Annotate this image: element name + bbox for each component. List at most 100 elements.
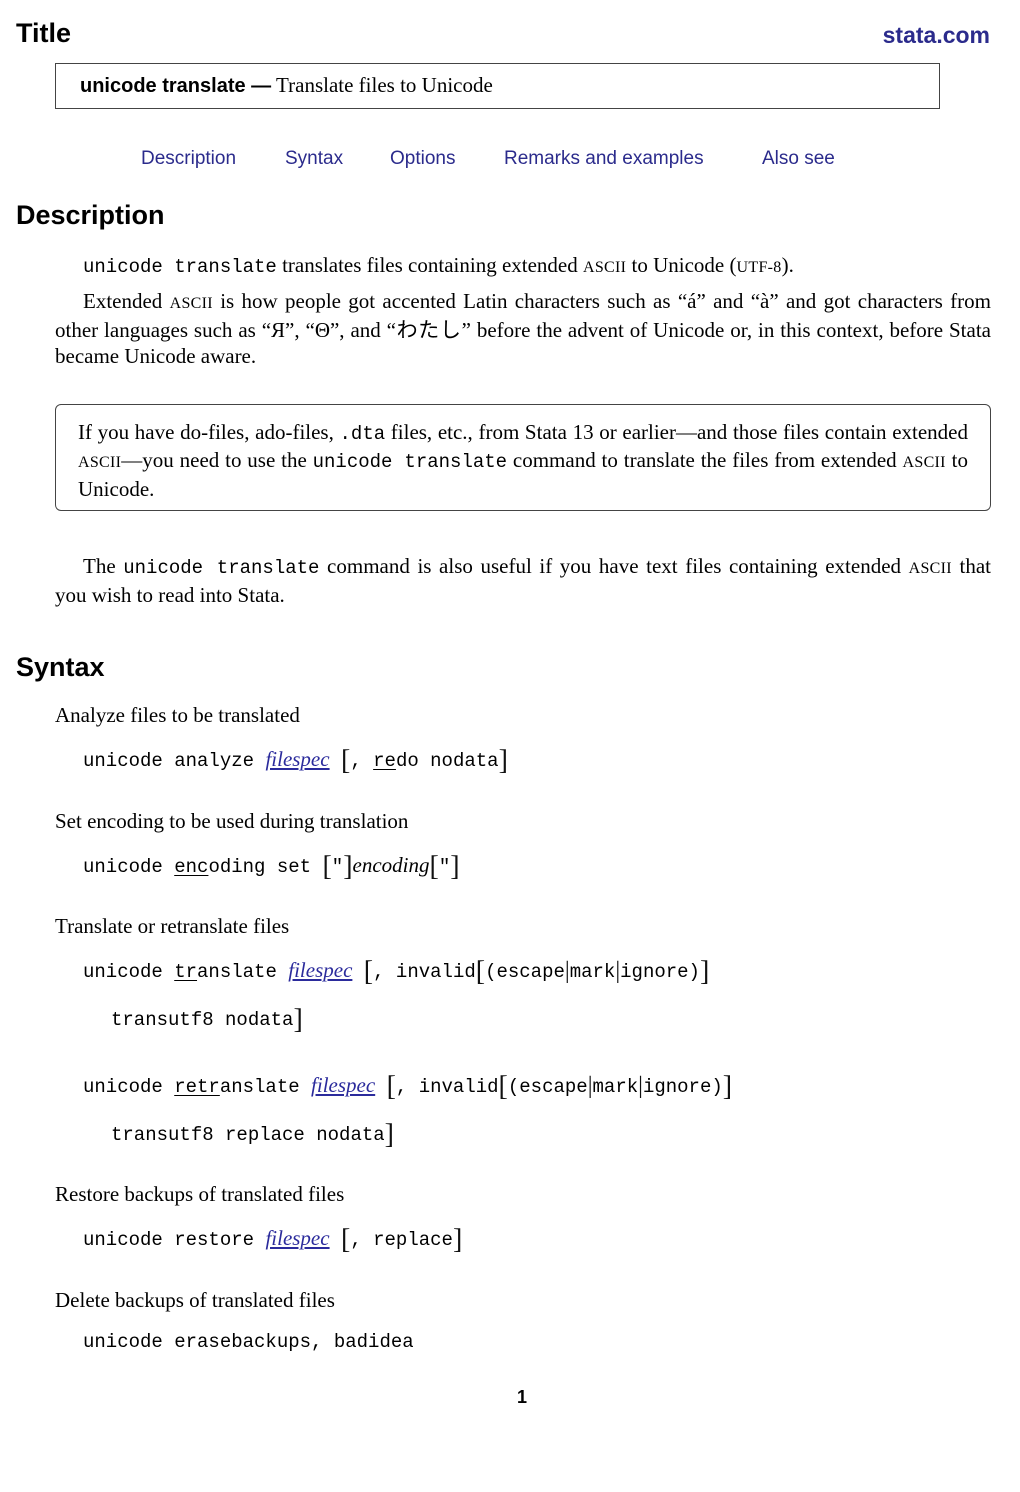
option-text: transutf8 replace nodata xyxy=(111,1124,385,1146)
close-bracket: ] xyxy=(452,1224,463,1255)
syntax-encoding: unicode encoding set ["]encoding["] xyxy=(83,851,460,883)
syntax-label-translate: Translate or retranslate files xyxy=(55,914,290,938)
syntax-translate-line2: transutf8 nodata] xyxy=(111,1004,303,1036)
option-text: , replace xyxy=(350,1229,453,1251)
command: anslate xyxy=(197,961,289,983)
text: If you have do-files, ado-files, xyxy=(78,420,340,444)
syntax-label-encoding: Set encoding to be used during translati… xyxy=(55,809,409,833)
nav-link-description[interactable]: Description xyxy=(141,148,236,170)
command-abbrev: retr xyxy=(174,1076,220,1098)
nav-link-also-see[interactable]: Also see xyxy=(762,148,835,170)
page-title: Title xyxy=(16,18,72,48)
option-escape: (escape xyxy=(485,961,565,983)
command: unicode analyze xyxy=(83,750,266,772)
option-mark: mark xyxy=(592,1076,639,1098)
command: unicode xyxy=(83,961,175,983)
encoding-arg: encoding xyxy=(352,853,430,877)
open-bracket: [ xyxy=(386,1071,396,1102)
option-escape: (escape xyxy=(507,1076,588,1098)
syntax-erase: unicode erasebackups, badidea xyxy=(83,1331,414,1353)
quote: " xyxy=(438,856,451,878)
title-dash: — xyxy=(245,75,272,97)
syntax-retranslate: unicode retranslate filespec [, invalid[… xyxy=(83,1071,732,1103)
command: oding set xyxy=(208,856,323,878)
open-bracket: [ xyxy=(498,1071,508,1102)
title-box-content: unicode translate — Translate files to U… xyxy=(80,73,493,98)
command-abbrev: enc xyxy=(174,856,209,878)
close-bracket: ] xyxy=(343,851,353,882)
close-bracket: ] xyxy=(293,1004,303,1035)
command: unicode xyxy=(83,1076,175,1098)
syntax-analyze: unicode analyze filespec [, redo nodata] xyxy=(83,745,508,777)
syntax-restore: unicode restore filespec [, replace] xyxy=(83,1224,462,1256)
description-paragraph-2: Extended ASCII is how people got accente… xyxy=(55,288,991,369)
page-number: 1 xyxy=(516,1387,527,1407)
command: unicode restore xyxy=(83,1229,266,1251)
option-text: , invalid xyxy=(373,961,476,983)
syntax-translate: unicode translate filespec [, invalid[(e… xyxy=(83,956,709,988)
close-bracket: ] xyxy=(722,1071,733,1102)
utf8-smallcaps: UTF-8 xyxy=(736,259,782,276)
close-bracket: ] xyxy=(699,956,710,987)
ascii-smallcaps: ASCII xyxy=(78,454,122,471)
open-bracket: [ xyxy=(340,1224,351,1255)
ascii-smallcaps: ASCII xyxy=(902,454,946,471)
open-bracket: [ xyxy=(363,956,374,987)
option-text: transutf8 nodata xyxy=(111,1009,294,1031)
command: anslate xyxy=(219,1076,312,1098)
description-paragraph-1: unicode translate translates files conta… xyxy=(55,252,991,281)
open-bracket: [ xyxy=(475,956,486,987)
ascii-smallcaps: ASCII xyxy=(169,295,213,312)
syntax-label-restore: Restore backups of translated files xyxy=(55,1182,345,1206)
text: —you need to use the xyxy=(121,448,313,472)
option-ignore: ignore) xyxy=(642,1076,723,1098)
command: unicode erasebackups, badidea xyxy=(83,1331,414,1353)
quote: " xyxy=(331,856,344,878)
text: The xyxy=(83,554,124,578)
open-bracket: [ xyxy=(340,745,351,776)
syntax-heading: Syntax xyxy=(16,652,105,682)
inline-command: unicode translate xyxy=(83,256,277,278)
filespec-link[interactable]: filespec xyxy=(265,1226,329,1250)
command-name: unicode translate xyxy=(80,75,246,97)
option-text: , xyxy=(350,750,374,772)
command-abbrev: tr xyxy=(174,961,198,983)
filespec-link[interactable]: filespec xyxy=(265,747,329,771)
nav-link-syntax[interactable]: Syntax xyxy=(285,148,343,170)
close-bracket: ] xyxy=(384,1119,394,1150)
text: ). xyxy=(781,253,794,277)
text: command to translate the files from exte… xyxy=(507,448,903,472)
inline-code: .dta xyxy=(339,423,386,445)
stata-com-link[interactable]: stata.com xyxy=(883,22,990,49)
option-ignore: ignore) xyxy=(620,961,700,983)
open-bracket: [ xyxy=(322,851,332,882)
text: Extended xyxy=(83,289,170,313)
syntax-label-analyze: Analyze files to be translated xyxy=(55,703,300,727)
inline-command: unicode translate xyxy=(123,557,320,579)
note-text: If you have do-files, ado-files, .dta fi… xyxy=(78,419,968,502)
option-text: , invalid xyxy=(395,1076,499,1098)
description-paragraph-3: The unicode translate command is also us… xyxy=(55,553,991,608)
inline-command: unicode translate xyxy=(312,451,508,473)
ascii-smallcaps: ASCII xyxy=(908,560,952,577)
nav-link-options[interactable]: Options xyxy=(390,148,455,170)
command: unicode xyxy=(83,856,175,878)
syntax-retranslate-line2: transutf8 replace nodata] xyxy=(111,1119,394,1151)
filespec-link[interactable]: filespec xyxy=(311,1073,375,1097)
syntax-label-erase: Delete backups of translated files xyxy=(55,1288,335,1312)
note-box: If you have do-files, ado-files, .dta fi… xyxy=(55,404,991,511)
option-mark: mark xyxy=(569,961,616,983)
nav-link-remarks-and-examples[interactable]: Remarks and examples xyxy=(504,148,704,170)
open-bracket: [ xyxy=(429,851,439,882)
text: command is also useful if you have text … xyxy=(319,554,909,578)
title-box: unicode translate — Translate files to U… xyxy=(55,63,940,109)
command-description: Translate files to Unicode xyxy=(271,73,493,97)
text: files, etc., from Stata 13 or earlier—an… xyxy=(385,420,969,444)
close-bracket: ] xyxy=(450,851,460,882)
option-text: do nodata xyxy=(395,750,499,772)
description-heading: Description xyxy=(16,200,165,230)
close-bracket: ] xyxy=(498,745,508,776)
ascii-smallcaps: ASCII xyxy=(583,259,627,276)
filespec-link[interactable]: filespec xyxy=(288,958,352,982)
option-abbrev: re xyxy=(373,750,396,772)
